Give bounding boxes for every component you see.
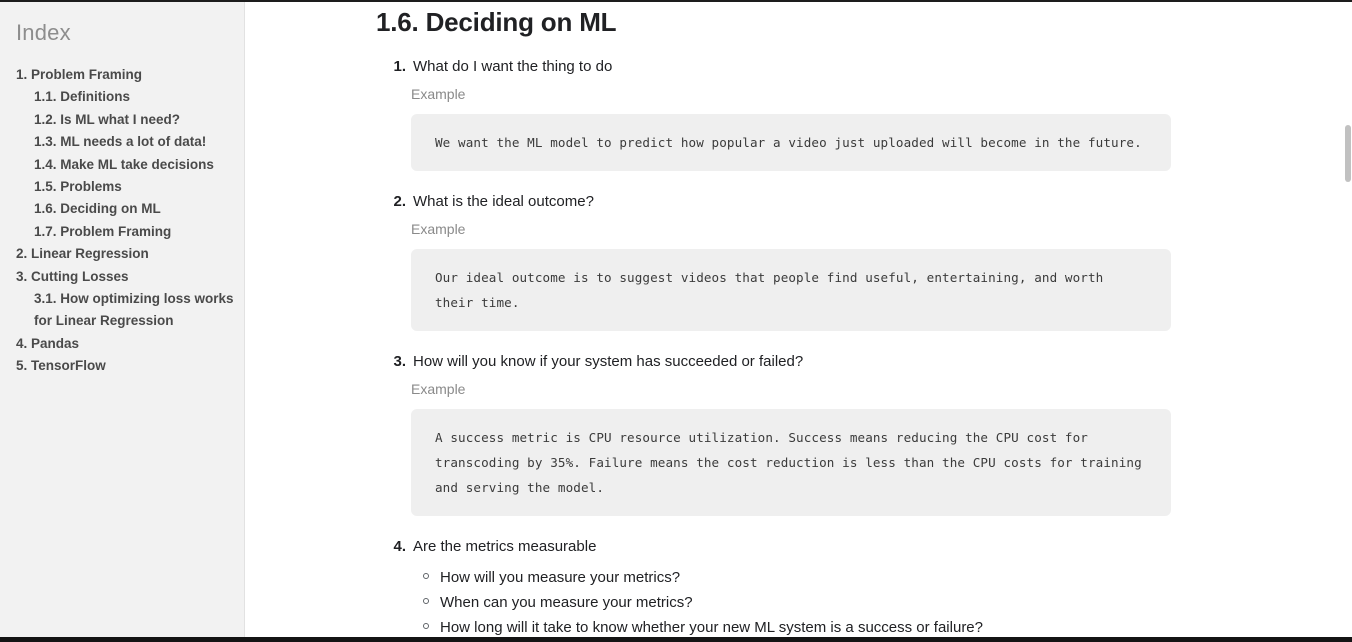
step-heading-3: 3. How will you know if your system has … xyxy=(388,351,1352,373)
step-item-4: 4. Are the metrics measurable How will y… xyxy=(388,536,1352,637)
step-item-3: 3. How will you know if your system has … xyxy=(388,351,1352,516)
sidebar-item-problem-framing[interactable]: 1. Problem Framing xyxy=(0,64,244,86)
sidebar-item-pandas[interactable]: 4. Pandas xyxy=(0,333,244,355)
sublist-item-measure-metrics: How will you measure your metrics? xyxy=(423,565,1352,590)
sidebar-item-linear-regression[interactable]: 2. Linear Regression xyxy=(0,243,244,265)
step-text-3: How will you know if your system has suc… xyxy=(413,353,804,370)
browser-viewport: Index 1. Problem Framing 1.1. Definition… xyxy=(0,0,1352,642)
page-title: 1.6. Deciding on ML xyxy=(376,7,617,37)
step-heading-1: 1. What do I want the thing to do xyxy=(388,56,1352,78)
step-item-1: 1. What do I want the thing to do Exampl… xyxy=(388,56,1352,171)
sidebar-title: Index xyxy=(16,20,71,45)
step-heading-4: 4. Are the metrics measurable xyxy=(388,536,1352,558)
step-heading-2: 2. What is the ideal outcome? xyxy=(388,191,1352,213)
circle-bullet-icon xyxy=(423,573,429,579)
sidebar-item-ml-needs-a-lot-of-data[interactable]: 1.3. ML needs a lot of data! xyxy=(0,131,244,153)
step-4-sublist: How will you measure your metrics? When … xyxy=(388,565,1352,637)
example-code-block-1: We want the ML model to predict how popu… xyxy=(411,114,1171,171)
sidebar-item-problems[interactable]: 1.5. Problems xyxy=(0,176,244,198)
sidebar-item-how-optimizing-loss-works[interactable]: 3.1. How optimizing loss works for Linea… xyxy=(0,288,244,333)
index-sidebar: Index 1. Problem Framing 1.1. Definition… xyxy=(0,2,245,637)
sidebar-item-make-ml-take-decisions[interactable]: 1.4. Make ML take decisions xyxy=(0,154,244,176)
step-number-3: 3. xyxy=(393,353,406,370)
browser-top-edge xyxy=(0,0,1352,2)
step-number-4: 4. xyxy=(393,538,406,555)
sidebar-item-definitions[interactable]: 1.1. Definitions xyxy=(0,86,244,108)
page-scrollbar-track[interactable] xyxy=(1345,2,1352,637)
step-number-2: 2. xyxy=(393,193,406,210)
sublist-item-how-long-to-know: How long will it take to know whether yo… xyxy=(423,615,1352,637)
step-text-4: Are the metrics measurable xyxy=(413,538,597,555)
example-label-1: Example xyxy=(411,86,466,102)
sidebar-index-list: 1. Problem Framing 1.1. Definitions 1.2.… xyxy=(0,64,244,378)
sidebar-item-tensorflow[interactable]: 5. TensorFlow xyxy=(0,355,244,377)
sidebar-item-deciding-on-ml[interactable]: 1.6. Deciding on ML xyxy=(0,198,244,220)
step-text-1: What do I want the thing to do xyxy=(413,58,613,75)
sublist-item-label: How long will it take to know whether yo… xyxy=(440,619,983,636)
step-item-2: 2. What is the ideal outcome? Example Ou… xyxy=(388,191,1352,331)
step-text-2: What is the ideal outcome? xyxy=(413,193,594,210)
main-content: 1.6. Deciding on ML 1. What do I want th… xyxy=(246,2,1352,637)
sublist-item-label: When can you measure your metrics? xyxy=(440,594,693,611)
page-scrollbar-thumb[interactable] xyxy=(1345,125,1351,182)
sublist-item-when-measure-metrics: When can you measure your metrics? xyxy=(423,590,1352,615)
sidebar-item-problem-framing-1-7[interactable]: 1.7. Problem Framing xyxy=(0,221,244,243)
browser-bottom-edge xyxy=(0,637,1352,642)
example-code-block-2: Our ideal outcome is to suggest videos t… xyxy=(411,249,1171,331)
sublist-item-label: How will you measure your metrics? xyxy=(440,569,681,586)
example-label-3: Example xyxy=(411,381,466,397)
sidebar-item-is-ml-what-i-need[interactable]: 1.2. Is ML what I need? xyxy=(0,109,244,131)
step-number-1: 1. xyxy=(393,58,406,75)
steps-list: 1. What do I want the thing to do Exampl… xyxy=(246,56,1352,637)
circle-bullet-icon xyxy=(423,623,429,629)
example-code-block-3: A success metric is CPU resource utiliza… xyxy=(411,409,1171,516)
circle-bullet-icon xyxy=(423,598,429,604)
sidebar-item-cutting-losses[interactable]: 3. Cutting Losses xyxy=(0,266,244,288)
example-label-2: Example xyxy=(411,221,466,237)
